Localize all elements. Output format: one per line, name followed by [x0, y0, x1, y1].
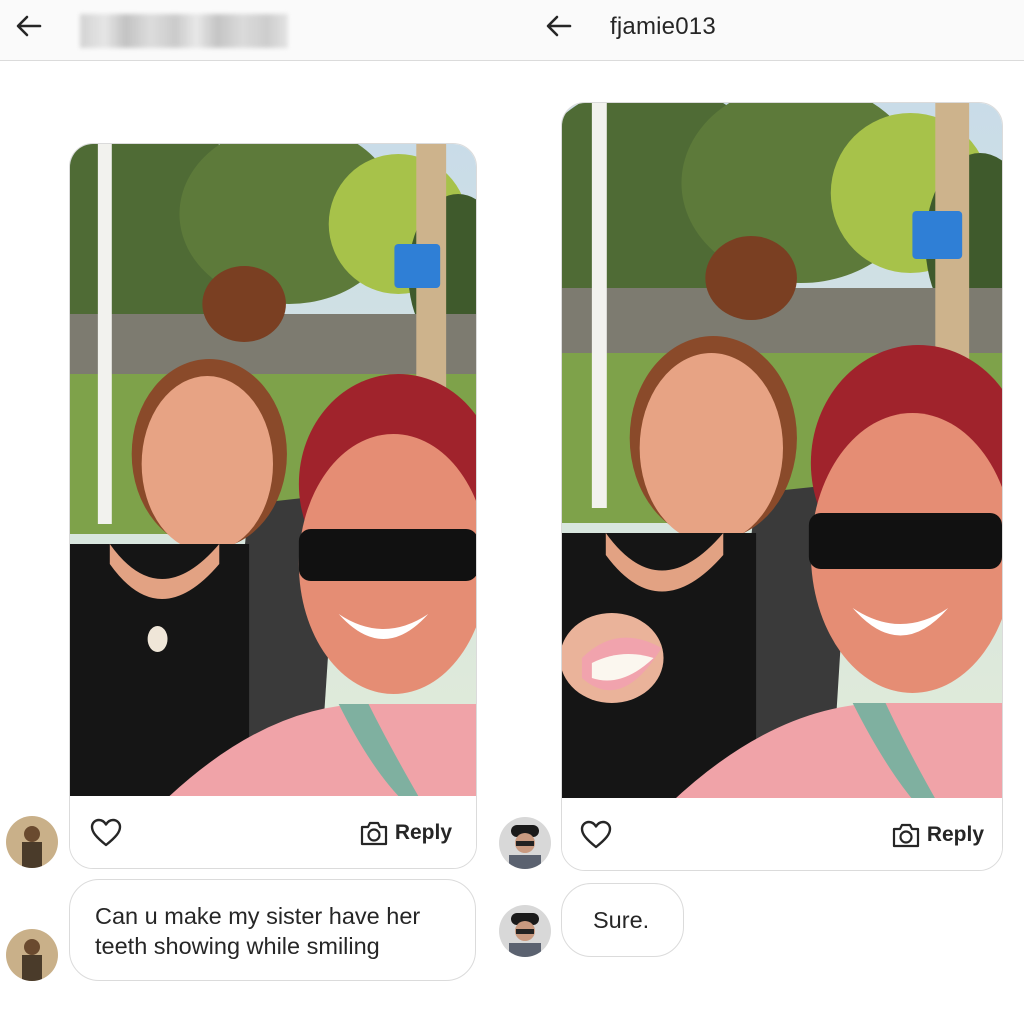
photo-message-card[interactable]: Reply [69, 143, 477, 869]
reply-button[interactable]: Reply [359, 818, 452, 848]
heart-outline-icon[interactable] [90, 818, 122, 848]
back-arrow-icon[interactable] [14, 11, 44, 41]
reply-label: Reply [926, 823, 984, 846]
back-arrow-icon[interactable] [544, 11, 574, 41]
camera-icon [892, 823, 919, 848]
message-text-line: teeth showing while smiling [95, 933, 380, 959]
avatar[interactable] [499, 905, 551, 957]
message-text: Sure. [593, 907, 650, 933]
heart-outline-icon[interactable] [580, 820, 612, 850]
selfie-photo[interactable] [70, 144, 476, 796]
edited-selfie-photo[interactable] [562, 103, 1002, 804]
avatar[interactable] [6, 929, 58, 981]
reply-button[interactable]: Reply [891, 820, 984, 850]
photo-message-card[interactable]: Reply [561, 102, 1003, 871]
photo-actions-bar: Reply [562, 798, 1002, 870]
message-bubble: Can u make my sister have her teeth show… [69, 879, 476, 981]
avatar[interactable] [6, 816, 58, 868]
conversation-username[interactable]: fjamie013 [610, 12, 716, 42]
camera-icon [360, 821, 387, 846]
blurred-username [80, 14, 288, 48]
reply-label: Reply [394, 821, 452, 844]
avatar[interactable] [499, 817, 551, 869]
photo-actions-bar: Reply [70, 796, 476, 868]
message-text-line: Can u make my sister have her [95, 903, 421, 929]
top-bar: fjamie013 [0, 0, 1024, 61]
message-bubble: Sure. [561, 883, 684, 957]
